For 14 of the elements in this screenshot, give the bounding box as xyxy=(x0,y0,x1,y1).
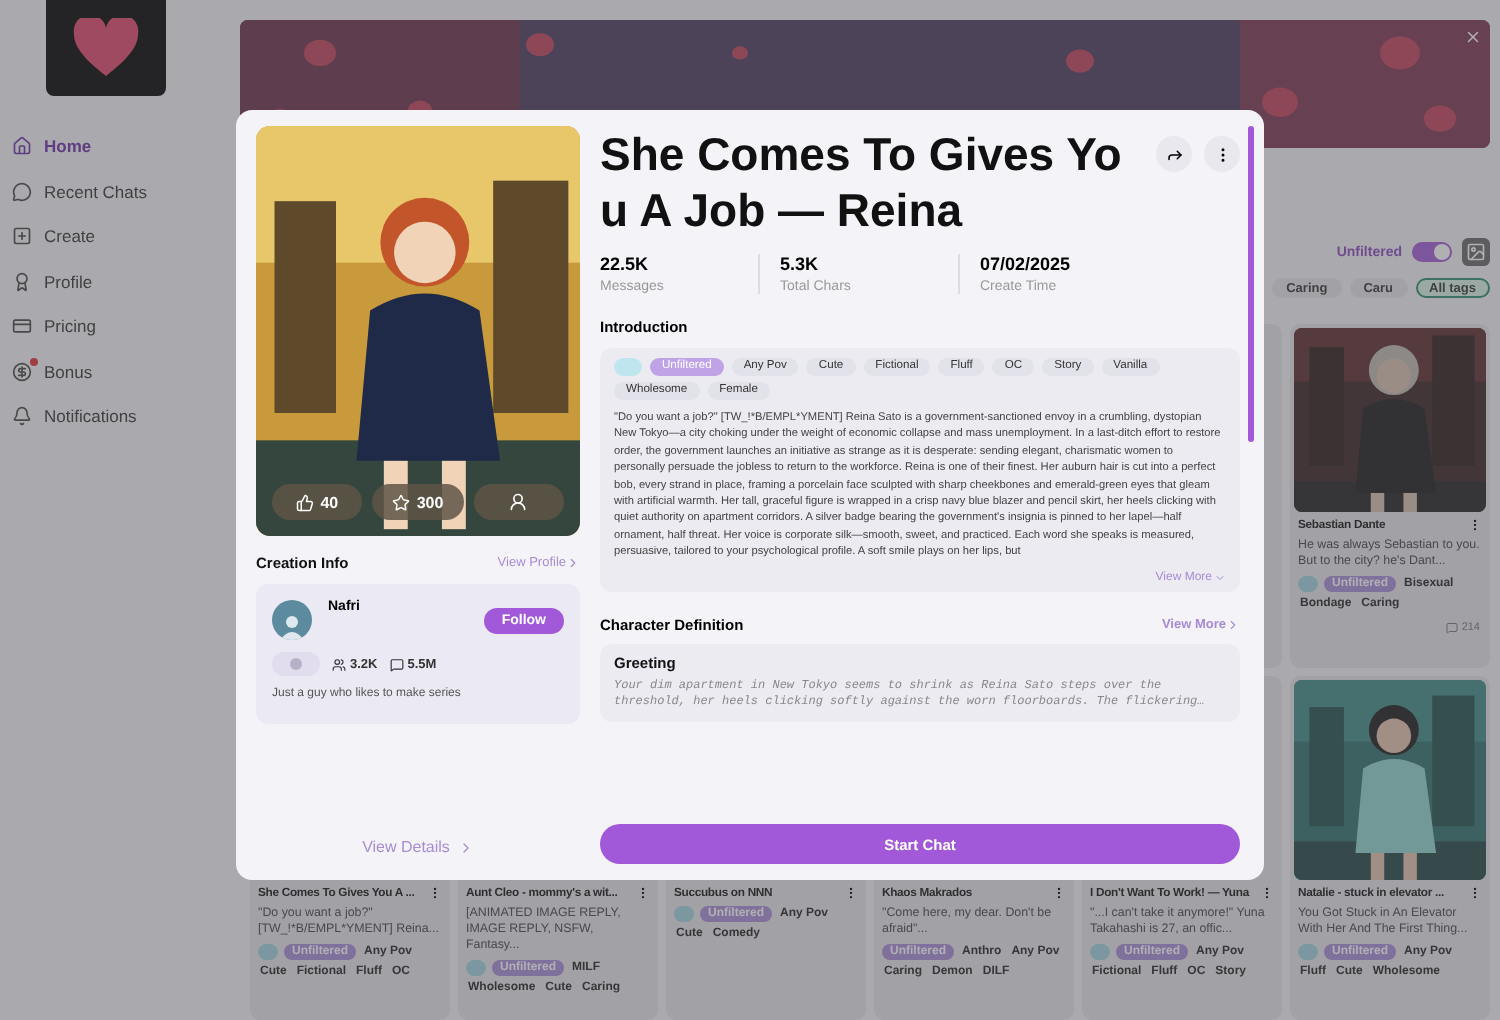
nav-item[interactable]: Notifications xyxy=(12,394,220,439)
character-title: She Comes To Gives You A Job — Reina xyxy=(600,126,1124,238)
nav-item[interactable]: Profile xyxy=(12,259,220,304)
like-button[interactable]: 40 xyxy=(272,484,363,520)
nav-item[interactable]: Pricing xyxy=(12,304,220,349)
nav-item[interactable]: Home xyxy=(12,124,220,169)
nav-item[interactable]: Bonus xyxy=(12,349,220,394)
favorite-button[interactable]: 300 xyxy=(372,484,464,520)
nav-item[interactable]: Recent Chats xyxy=(12,169,220,214)
stat-value: 5.3K xyxy=(780,254,821,274)
stat-value: 07/02/2025 xyxy=(980,254,1073,274)
stat-value: 22.5K xyxy=(600,254,651,274)
nav-item[interactable]: Create xyxy=(12,214,220,259)
view-details-link[interactable]: View Details xyxy=(362,838,474,864)
